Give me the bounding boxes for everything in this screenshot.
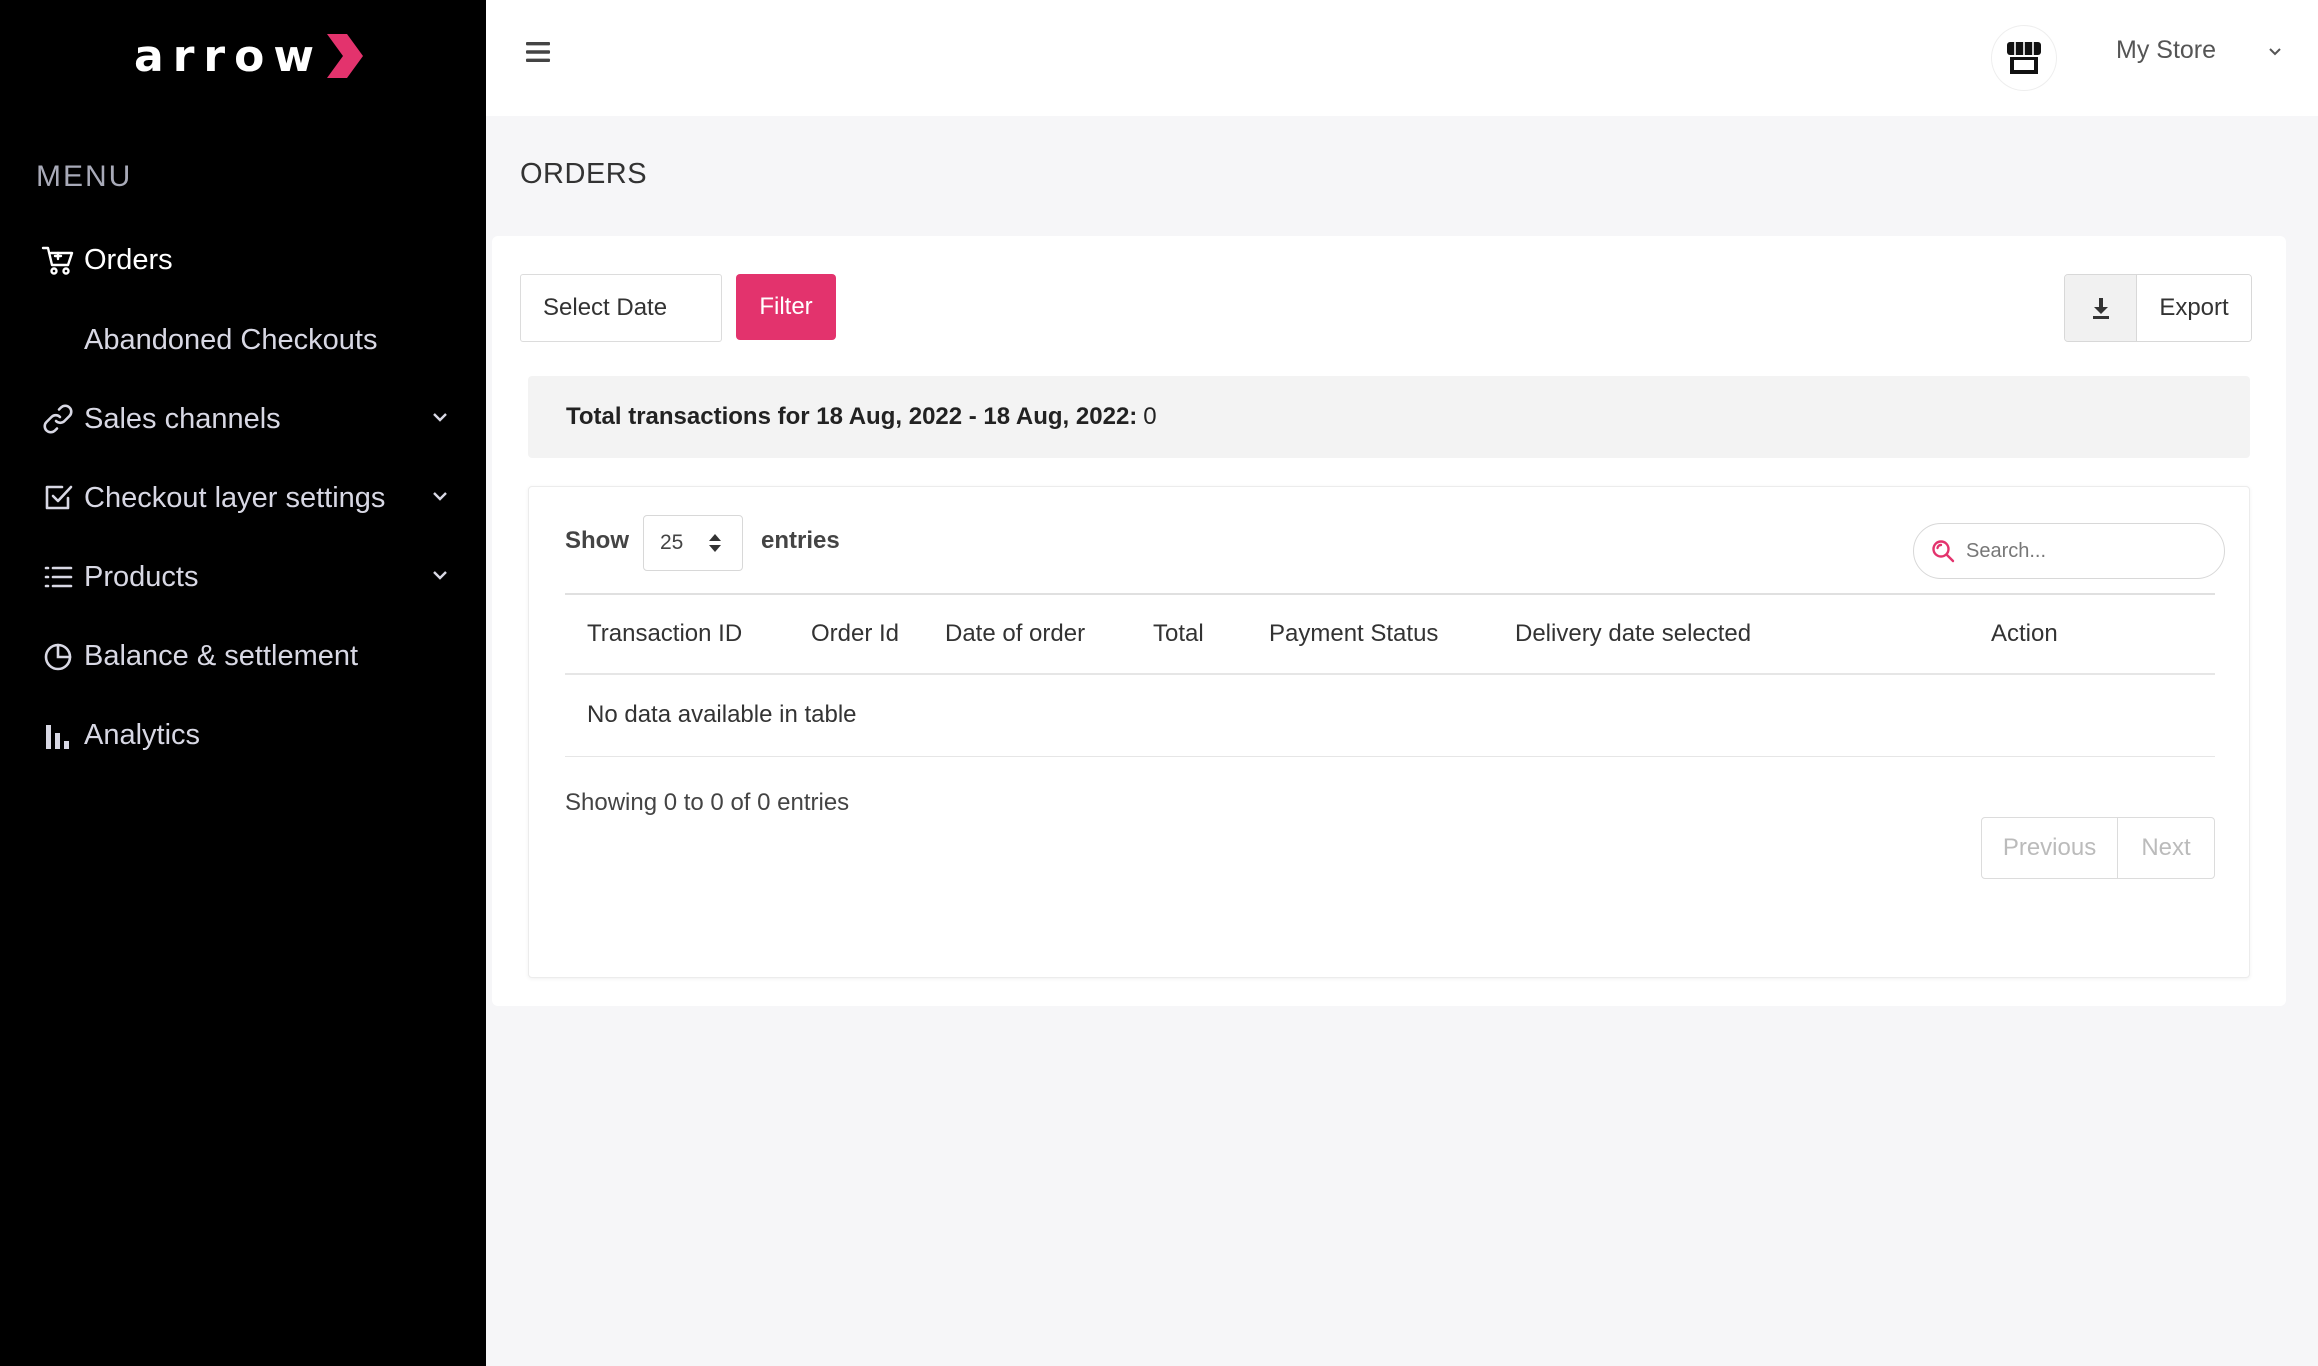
- sidebar-item-sales-channels[interactable]: Sales channels: [40, 389, 450, 449]
- bar-chart-icon: [40, 717, 76, 753]
- column-header-transaction-id[interactable]: Transaction ID: [565, 593, 789, 675]
- sidebar-item-label: Orders: [84, 243, 173, 276]
- column-header-action[interactable]: Action: [1969, 593, 2215, 675]
- sidebar-item-label: Products: [84, 560, 199, 593]
- entries-value: 25: [660, 531, 684, 554]
- orders-table: Transaction ID Order Id Date of order To…: [565, 593, 2215, 757]
- sidebar-item-checkout-layer-settings[interactable]: Checkout layer settings: [40, 468, 450, 528]
- sidebar-item-label: Abandoned Checkouts: [84, 323, 378, 356]
- sidebar-item-label: Sales channels: [84, 402, 281, 435]
- sidebar: arrow MENU Orders Abandoned Checkouts Sa…: [0, 0, 486, 1366]
- orders-card: Filter Export Total transactions for 18 …: [492, 236, 2286, 1006]
- entries-label: entries: [761, 527, 840, 554]
- show-label: Show: [565, 527, 629, 554]
- pie-clock-icon: [40, 638, 76, 674]
- summary-label: Total transactions for 18 Aug, 2022 - 18…: [566, 403, 1138, 430]
- menu-heading: MENU: [36, 160, 133, 193]
- entries-per-page-select[interactable]: 25: [643, 515, 743, 571]
- select-date-input[interactable]: [520, 274, 722, 342]
- sidebar-item-balance-settlement[interactable]: Balance & settlement: [40, 626, 450, 686]
- link-icon: [40, 401, 76, 437]
- chevron-down-icon[interactable]: [2266, 42, 2284, 60]
- logo-chevron-icon: [326, 34, 363, 78]
- search-input[interactable]: [1966, 539, 2206, 563]
- column-header-date-of-order[interactable]: Date of order: [923, 593, 1131, 675]
- column-header-order-id[interactable]: Order Id: [789, 593, 923, 675]
- table-row: No data available in table: [565, 674, 2215, 757]
- sidebar-item-abandoned-checkouts[interactable]: Abandoned Checkouts: [42, 310, 452, 370]
- next-page-button[interactable]: Next: [2118, 818, 2214, 878]
- topbar: My Store: [486, 0, 2318, 116]
- download-button[interactable]: [2065, 275, 2137, 341]
- sidebar-item-orders[interactable]: Orders: [40, 230, 450, 290]
- app: arrow MENU Orders Abandoned Checkouts Sa…: [0, 0, 2318, 1366]
- column-header-total[interactable]: Total: [1131, 593, 1247, 675]
- sidebar-item-analytics[interactable]: Analytics: [40, 705, 450, 765]
- page-title: ORDERS: [520, 158, 648, 190]
- export-group: Export: [2064, 274, 2252, 342]
- chevron-down-icon: [433, 492, 447, 501]
- store-icon: [2007, 42, 2041, 74]
- list-icon: [40, 559, 76, 595]
- orders-table-panel: Show 25 entries Transaction ID Order I: [528, 486, 2250, 978]
- download-icon: [2092, 298, 2109, 319]
- export-button[interactable]: Export: [2137, 275, 2251, 341]
- transactions-summary: Total transactions for 18 Aug, 2022 - 18…: [528, 376, 2250, 458]
- sort-arrows-icon: [709, 534, 721, 552]
- column-header-payment-status[interactable]: Payment Status: [1247, 593, 1493, 675]
- summary-value: 0: [1143, 403, 1157, 430]
- chevron-down-icon: [433, 571, 447, 580]
- pagination: Previous Next: [1981, 817, 2215, 879]
- filter-button[interactable]: Filter: [736, 274, 836, 340]
- sidebar-item-label: Analytics: [84, 718, 201, 751]
- previous-page-button[interactable]: Previous: [1982, 818, 2118, 878]
- hamburger-menu-icon[interactable]: [518, 34, 558, 70]
- chevron-down-icon: [433, 413, 447, 422]
- column-header-delivery-date[interactable]: Delivery date selected: [1493, 593, 1969, 675]
- cart-icon: [40, 242, 76, 278]
- checkbox-icon: [40, 480, 76, 516]
- table-header-row: Transaction ID Order Id Date of order To…: [565, 593, 2215, 675]
- empty-table-message: No data available in table: [565, 674, 2215, 757]
- store-name[interactable]: My Store: [2116, 36, 2216, 65]
- pagination-info: Showing 0 to 0 of 0 entries: [565, 789, 850, 816]
- logo[interactable]: arrow: [134, 28, 365, 84]
- sidebar-item-label: Balance & settlement: [84, 639, 359, 672]
- sidebar-item-label: Checkout layer settings: [84, 481, 386, 514]
- logo-text: arrow: [134, 30, 323, 82]
- store-avatar[interactable]: [1992, 26, 2056, 90]
- search-icon: [1932, 540, 1955, 563]
- search-box[interactable]: [1913, 523, 2225, 579]
- sidebar-item-products[interactable]: Products: [40, 547, 450, 607]
